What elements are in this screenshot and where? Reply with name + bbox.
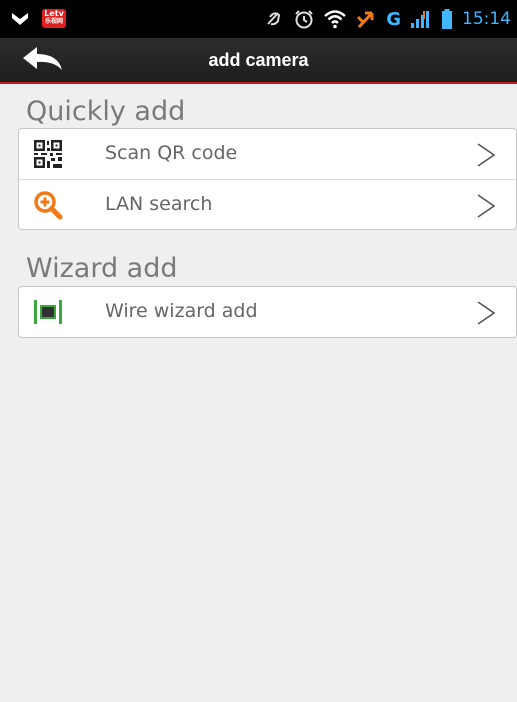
scan-qr-code-row[interactable]: Scan QR code (19, 129, 516, 179)
lan-search-row[interactable]: LAN search (19, 179, 516, 229)
status-right: G 15:14 (264, 7, 511, 31)
letv-app-icon: Letv 乐视网 (42, 9, 66, 28)
network-type-label: G (386, 8, 401, 30)
chevron-right-icon (477, 194, 496, 218)
quick-add-heading: Quickly add (26, 96, 186, 127)
status-time: 15:14 (462, 9, 511, 29)
lan-search-label: LAN search (105, 193, 213, 215)
wifi-icon (324, 10, 347, 29)
mute-icon (267, 12, 281, 26)
wired-camera-icon (34, 300, 62, 324)
wizard-add-group: Wire wizard add (18, 286, 517, 338)
status-left: Letv 乐视网 (10, 9, 66, 28)
quick-add-group: Scan QR code LAN search (18, 128, 517, 230)
letv-badge-top: Letv (44, 9, 64, 18)
data-transfer-icon (357, 11, 374, 29)
qr-code-icon (34, 140, 62, 168)
wire-wizard-add-label: Wire wizard add (105, 300, 258, 322)
magnifier-plus-icon (34, 191, 63, 220)
chevron-right-icon (477, 301, 496, 325)
letv-badge-bottom: 乐视网 (44, 18, 63, 25)
page-title: add camera (208, 50, 309, 70)
title-bar: add camera (0, 38, 517, 84)
battery-icon (442, 9, 452, 29)
scan-qr-code-label: Scan QR code (105, 142, 238, 164)
signal-icon (411, 11, 429, 28)
wizard-add-heading: Wizard add (26, 253, 178, 284)
chevron-right-icon (477, 143, 496, 167)
alarm-clock-icon (295, 10, 313, 29)
wire-wizard-add-row[interactable]: Wire wizard add (19, 287, 516, 337)
status-bar: Letv 乐视网 G 15:14 (0, 0, 517, 38)
notification-chevron-icon (12, 12, 28, 25)
